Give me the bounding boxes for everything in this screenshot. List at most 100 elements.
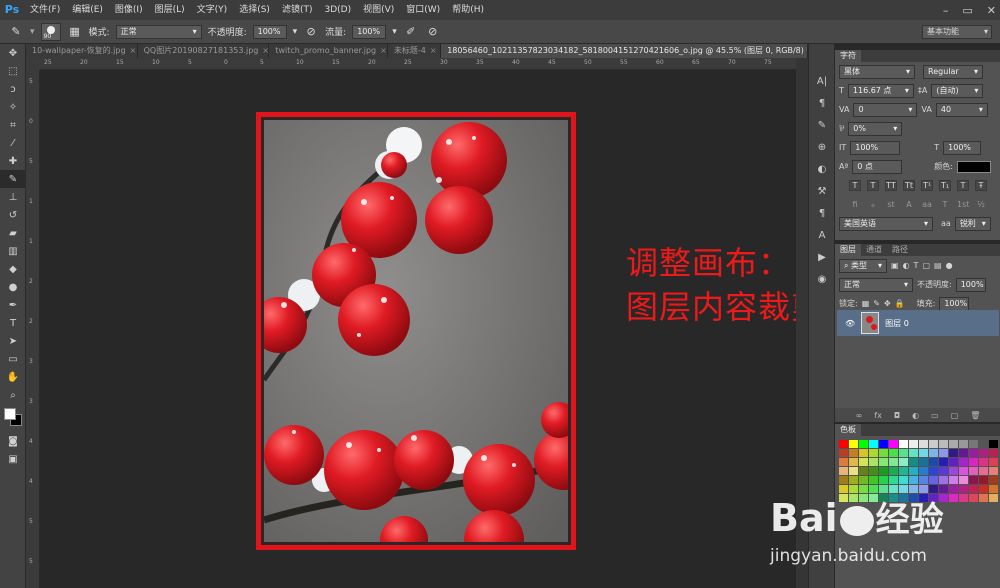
color-swatch[interactable]: [879, 449, 888, 457]
lasso-tool-icon[interactable]: ↄ: [0, 80, 26, 98]
color-swatch[interactable]: [939, 467, 948, 475]
color-swatch[interactable]: [949, 476, 958, 484]
add-mask-icon[interactable]: ◘: [894, 411, 900, 420]
color-swatch[interactable]: [959, 440, 968, 448]
paragraph-panel-icon[interactable]: ¶: [809, 92, 835, 114]
filter-toggle-icon[interactable]: ●: [946, 261, 953, 270]
color-swatch[interactable]: [879, 458, 888, 466]
color-swatch[interactable]: [849, 458, 858, 466]
link-layers-icon[interactable]: ∞: [856, 411, 863, 420]
color-swatch[interactable]: [969, 467, 978, 475]
color-swatch[interactable]: [939, 458, 948, 466]
menu-item[interactable]: 图像(I): [109, 0, 149, 20]
flow-dropdown-icon[interactable]: ▾: [392, 27, 397, 37]
brush-presets-icon[interactable]: ✎: [809, 114, 835, 136]
color-swatch[interactable]: [899, 440, 908, 448]
color-swatch[interactable]: [879, 467, 888, 475]
airbrush-icon[interactable]: ✐: [403, 24, 419, 40]
layers-panel-tab[interactable]: 通道: [861, 244, 887, 256]
color-swatch[interactable]: [839, 467, 848, 475]
opacity-field[interactable]: 100%: [252, 24, 287, 39]
canvas-area[interactable]: 调整画布： 图层内容裁剪: [40, 70, 823, 588]
color-swatch[interactable]: [859, 458, 868, 466]
color-swatch[interactable]: [959, 458, 968, 466]
color-swatch[interactable]: [839, 440, 848, 448]
color-swatch[interactable]: [949, 440, 958, 448]
pressure-size-icon[interactable]: ⊘: [425, 24, 441, 40]
flow-field[interactable]: 100%: [352, 24, 387, 39]
foreground-color[interactable]: [4, 408, 16, 420]
menu-item[interactable]: 编辑(E): [66, 0, 109, 20]
color-swatch[interactable]: [959, 449, 968, 457]
color-swatch[interactable]: [859, 476, 868, 484]
close-icon[interactable]: ✕: [987, 4, 996, 17]
color-swatch[interactable]: [889, 440, 898, 448]
color-swatch[interactable]: [889, 476, 898, 484]
ruler-origin[interactable]: [26, 58, 40, 70]
color-swatch[interactable]: [849, 476, 858, 484]
menu-item[interactable]: 选择(S): [233, 0, 276, 20]
history-brush-tool-icon[interactable]: ↺: [0, 206, 26, 224]
color-swatch[interactable]: [929, 476, 938, 484]
color-swatch[interactable]: [859, 449, 868, 457]
color-swatch[interactable]: [879, 476, 888, 484]
kerning-field[interactable]: 0 ▾: [853, 102, 918, 117]
menu-item[interactable]: 文字(Y): [191, 0, 234, 20]
document-tab[interactable]: 18056460_10211357823034182_5818004151270…: [441, 44, 808, 58]
color-swatch[interactable]: [989, 467, 998, 475]
document-tab[interactable]: QQ图片20190827181353.jpg ×: [137, 44, 270, 58]
menu-item[interactable]: 图层(L): [149, 0, 191, 20]
blend-mode-select[interactable]: 正常 ▾: [839, 277, 913, 292]
opentype-button[interactable]: aa: [921, 200, 933, 209]
antialias-select[interactable]: 锐利 ▾: [954, 216, 991, 231]
color-swatch[interactable]: [979, 476, 988, 484]
healing-brush-tool-icon[interactable]: ✚: [0, 152, 26, 170]
opentype-button[interactable]: ℴ: [867, 200, 879, 209]
clone-source-icon[interactable]: ⊕: [809, 136, 835, 158]
font-style-select[interactable]: Regular ▾: [923, 64, 983, 79]
opentype-button[interactable]: 1st: [957, 200, 969, 209]
brush-size-picker[interactable]: 90: [40, 22, 61, 41]
brush-panel-icon[interactable]: ▦: [67, 24, 83, 40]
color-swatch[interactable]: [929, 458, 938, 466]
tracking-field[interactable]: 40 ▾: [935, 102, 988, 117]
opentype-button[interactable]: T: [939, 200, 951, 209]
color-swatch[interactable]: [879, 440, 888, 448]
layers-panel-tab[interactable]: 路径: [887, 244, 913, 256]
color-swatch[interactable]: [839, 458, 848, 466]
color-swatch[interactable]: [979, 467, 988, 475]
color-swatch[interactable]: [869, 476, 878, 484]
color-swatch[interactable]: [869, 440, 878, 448]
path-select-tool-icon[interactable]: ➤: [0, 332, 26, 350]
visibility-eye-icon[interactable]: 👁: [845, 319, 855, 328]
3d-panel-icon[interactable]: ◉: [809, 268, 835, 290]
tab-close-icon[interactable]: ×: [130, 46, 137, 55]
color-swatch[interactable]: [959, 476, 968, 484]
color-swatch[interactable]: [939, 476, 948, 484]
color-swatch[interactable]: [959, 467, 968, 475]
lock-all-icon[interactable]: 🔒: [895, 299, 905, 308]
color-swatch[interactable]: [859, 467, 868, 475]
lock-pixels-icon[interactable]: ✎: [873, 299, 880, 308]
restore-icon[interactable]: ▭: [962, 4, 972, 17]
color-swatch[interactable]: [969, 476, 978, 484]
fill-field[interactable]: 100%: [939, 296, 970, 311]
pressure-opacity-icon[interactable]: ⊘: [303, 24, 319, 40]
brush-tool-preset-icon[interactable]: ✎: [8, 24, 24, 40]
color-swatch[interactable]: [889, 467, 898, 475]
color-swatch[interactable]: [869, 467, 878, 475]
color-swatch[interactable]: [919, 440, 928, 448]
filter-pixel-icon[interactable]: ▣: [891, 261, 899, 270]
color-swatch[interactable]: [919, 467, 928, 475]
type-style-button[interactable]: T¹: [921, 180, 933, 191]
filter-type-icon[interactable]: T: [914, 261, 919, 270]
color-swatch[interactable]: [869, 458, 878, 466]
tab-swatches[interactable]: 色板: [835, 424, 861, 436]
type-style-button[interactable]: T: [849, 180, 861, 191]
document-tab[interactable]: twitch_promo_banner.jpg ×: [269, 44, 388, 58]
delete-layer-icon[interactable]: 🗑: [970, 411, 980, 420]
quick-select-tool-icon[interactable]: ✧: [0, 98, 26, 116]
adjustment-layer-icon[interactable]: ◐: [912, 411, 919, 420]
color-swatch[interactable]: [989, 476, 998, 484]
new-layer-icon[interactable]: ▢: [951, 411, 959, 420]
